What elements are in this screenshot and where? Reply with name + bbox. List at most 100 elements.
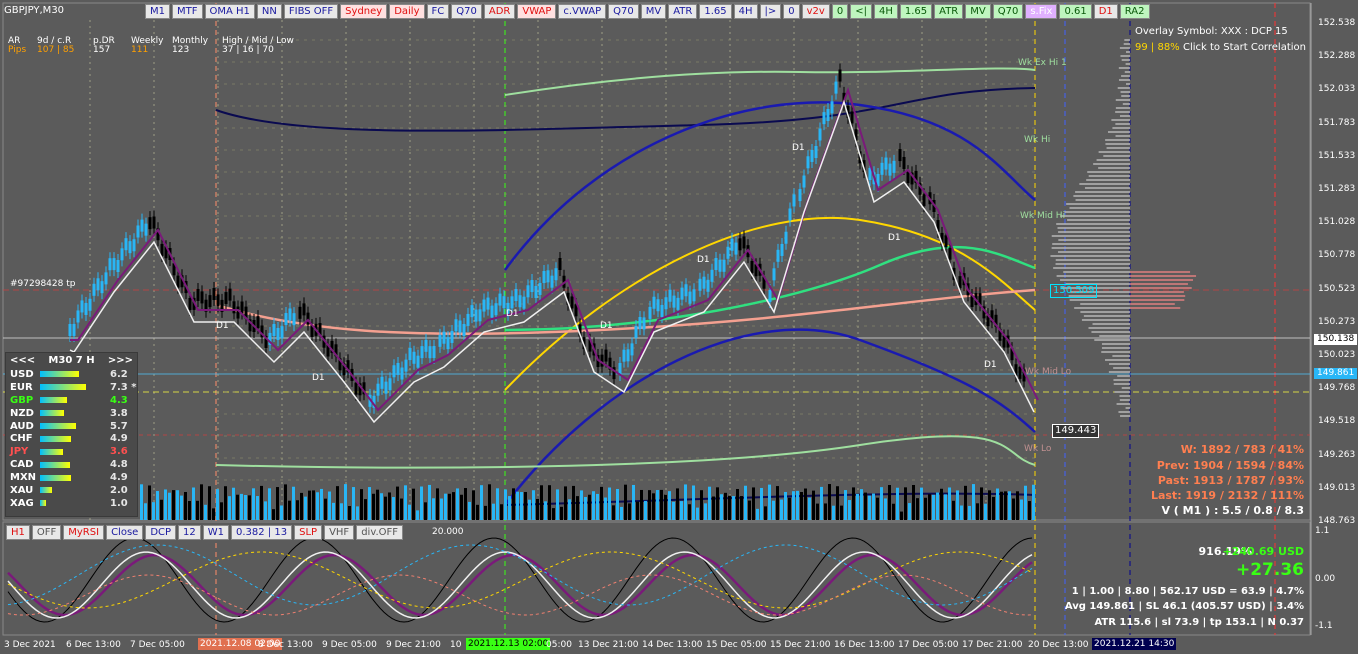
candle-body: [792, 194, 796, 207]
candle-body: [454, 319, 458, 332]
toolbar-button-1[interactable]: MTF: [172, 4, 203, 19]
currency-row-mxn[interactable]: MXN 4.9: [6, 471, 137, 484]
volume-bar: [664, 494, 667, 520]
volume-bar: [412, 488, 415, 520]
toolbar-button-12[interactable]: Q70: [608, 4, 639, 19]
toolbar-button-22[interactable]: 4H: [873, 4, 898, 19]
volume-bar: [680, 501, 683, 520]
toolbar-button-9[interactable]: ADR: [483, 4, 516, 19]
toolbar-button-0[interactable]: M1: [145, 4, 170, 19]
volume-bar: [800, 491, 803, 520]
volume-bar: [184, 492, 187, 520]
currency-row-xag[interactable]: XAG 1.0: [6, 497, 137, 510]
toolbar-button-30[interactable]: RA2: [1119, 4, 1150, 19]
strength-value: 4.9: [110, 472, 128, 484]
toolbar-button-20[interactable]: 0: [831, 4, 849, 19]
currency-row-eur[interactable]: EUR 7.3 *: [6, 381, 137, 394]
volume-bar: [980, 487, 983, 520]
osc-toolbar-button-8[interactable]: SLP: [294, 525, 323, 540]
toolbar-button-13[interactable]: MV: [640, 4, 667, 19]
toolbar-button-27[interactable]: s.Fix: [1025, 4, 1058, 19]
candle-body: [550, 275, 554, 288]
candle-body: [638, 317, 642, 330]
toolbar-button-16[interactable]: 4H: [733, 4, 758, 19]
volume-bar: [408, 504, 411, 520]
osc-toolbar-button-2[interactable]: MyRSI: [63, 525, 105, 540]
osc-toolbar-button-9[interactable]: VHF: [324, 525, 355, 540]
strength-bar: [40, 410, 64, 417]
price-chart-canvas[interactable]: [0, 0, 1358, 654]
c9d-value: 107 | 85: [37, 45, 75, 55]
prev-page-button[interactable]: <<<: [10, 355, 35, 366]
volume-bar: [160, 499, 163, 520]
volume-bar: [976, 503, 979, 520]
currency-row-chf[interactable]: CHF 4.9: [6, 432, 137, 445]
perf-prev: Prev: 1904 / 1594 / 84%: [1156, 459, 1304, 472]
toolbar-button-11[interactable]: c.VWAP: [558, 4, 607, 19]
toolbar-button-14[interactable]: ATR: [668, 4, 698, 19]
currency-row-jpy[interactable]: JPY 3.6: [6, 445, 137, 458]
volume-bar: [504, 489, 507, 520]
currency-row-usd[interactable]: USD 6.2: [6, 368, 137, 381]
candle-body: [298, 306, 302, 319]
candle-body: [396, 362, 400, 375]
wk-mid-hi-label: Wk Mid Hi: [1020, 211, 1066, 221]
currency-row-aud[interactable]: AUD 5.7: [6, 420, 137, 433]
toolbar-button-3[interactable]: NN: [256, 4, 282, 19]
toolbar-button-25[interactable]: MV: [965, 4, 991, 19]
strength-value: 1.0: [110, 497, 128, 509]
toolbar-button-24[interactable]: ATR: [934, 4, 964, 19]
toolbar-button-29[interactable]: D1: [1093, 4, 1118, 19]
volume-bar: [776, 486, 779, 520]
toolbar-button-2[interactable]: OMA H1: [204, 4, 255, 19]
toolbar-button-15[interactable]: 1.65: [699, 4, 732, 19]
toolbar-button-5[interactable]: Sydney: [340, 4, 388, 19]
toolbar-button-23[interactable]: 1.65: [899, 4, 933, 19]
osc-toolbar-button-1[interactable]: OFF: [31, 525, 62, 540]
account-line-2: Avg 149.861 | SL 46.1 (405.57 USD) | 3.4…: [1064, 601, 1304, 612]
price-tick: 149.013: [1318, 482, 1356, 493]
toolbar-button-19[interactable]: v2v: [801, 4, 830, 19]
toolbar-button-17[interactable]: |>: [759, 4, 782, 19]
candle-body: [256, 316, 260, 329]
price-tick: 150.023: [1318, 350, 1356, 360]
currency-row-nzd[interactable]: NZD 3.8: [6, 407, 137, 420]
volume-bar: [216, 489, 219, 520]
volume-bar: [304, 496, 307, 520]
candle-body: [668, 289, 672, 302]
candle-body: [714, 258, 718, 271]
candle-body: [780, 243, 784, 256]
candle-body: [212, 288, 216, 301]
toolbar-button-28[interactable]: 0.61: [1059, 4, 1092, 19]
next-page-button[interactable]: >>>: [108, 355, 133, 366]
toolbar-button-6[interactable]: Daily: [389, 4, 425, 19]
toolbar-button-10[interactable]: VWAP: [517, 4, 557, 19]
volume-bar: [1004, 491, 1007, 520]
osc-toolbar-button-4[interactable]: DCP: [145, 525, 177, 540]
osc-toolbar-button-5[interactable]: 12: [178, 525, 201, 540]
volume-bar: [792, 491, 795, 520]
volume-bar: [816, 503, 819, 520]
toolbar-button-18[interactable]: 0: [783, 4, 800, 19]
chart-window[interactable]: GBPJPY,M30 M1 MTF OMA H1 NN FIBS OFF Sydney Da…: [0, 0, 1358, 654]
osc-toolbar-button-7[interactable]: 0.382 | 13: [231, 525, 293, 540]
osc-toolbar-button-3[interactable]: Close: [106, 525, 144, 540]
toolbar-button-21[interactable]: <|: [850, 4, 872, 19]
toolbar-button-26[interactable]: Q70: [992, 4, 1024, 19]
osc-toolbar-button-0[interactable]: H1: [6, 525, 30, 540]
volume-bar: [892, 503, 895, 520]
start-correlation-link[interactable]: Click to Start Correlation: [1183, 43, 1306, 53]
toolbar-button-4[interactable]: FIBS OFF: [283, 4, 339, 19]
osc-toolbar-button-10[interactable]: div.OFF: [356, 525, 404, 540]
currency-row-xau[interactable]: XAU 2.0: [6, 484, 137, 497]
candle-body: [140, 219, 144, 232]
candle-body: [630, 343, 634, 356]
account-big-profit: +27.36: [1235, 560, 1304, 580]
price-tick: 152.538: [1318, 18, 1356, 28]
currency-row-gbp[interactable]: GBP 4.3: [6, 394, 137, 407]
currency-row-cad[interactable]: CAD 4.8: [6, 458, 137, 471]
toolbar-button-8[interactable]: Q70: [451, 4, 482, 19]
osc-toolbar-button-6[interactable]: W1: [202, 525, 230, 540]
toolbar-button-7[interactable]: FC: [426, 4, 450, 19]
candle-body: [392, 365, 396, 378]
